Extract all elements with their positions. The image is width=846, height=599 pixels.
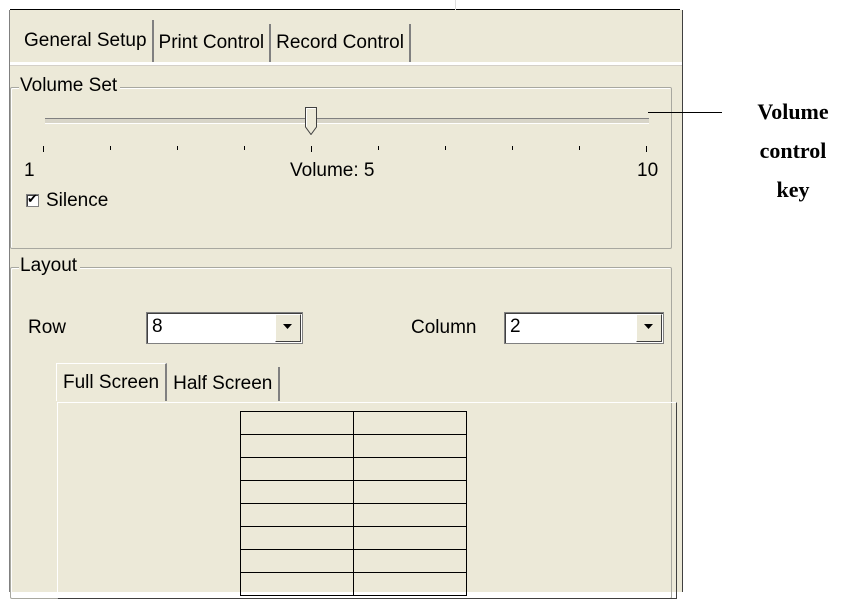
- tab-full-screen[interactable]: Full Screen: [56, 363, 168, 401]
- settings-panel: General Setup Print Control Record Contr…: [9, 10, 683, 599]
- row-dropdown-button[interactable]: [275, 314, 301, 342]
- slider-tick: [311, 146, 312, 152]
- column-select-value: 2: [510, 316, 521, 337]
- preview-cell: [240, 572, 354, 596]
- preview-cell: [353, 480, 467, 504]
- row-select[interactable]: 8: [146, 312, 303, 344]
- callout-line-3: key: [776, 177, 810, 202]
- silence-label[interactable]: Silence: [46, 190, 108, 212]
- tab-record-control[interactable]: Record Control: [271, 24, 411, 62]
- preview-row: [240, 411, 467, 435]
- tab-general-setup[interactable]: General Setup: [19, 20, 154, 62]
- preview-cell: [240, 526, 354, 550]
- slider-tick: [512, 146, 513, 150]
- callout-line: [648, 112, 722, 113]
- column-label: Column: [411, 317, 477, 338]
- preview-cell: [353, 572, 467, 596]
- slider-tick: [445, 146, 446, 150]
- preview-cell: [353, 434, 467, 458]
- layout-legend: Layout: [19, 255, 81, 277]
- layout-subtab-strip: Full Screen Half Screen: [56, 363, 281, 401]
- preview-row: [240, 434, 467, 458]
- volume-callout: Volume control key: [740, 92, 846, 209]
- preview-row: [240, 549, 467, 573]
- preview-cell: [240, 434, 354, 458]
- slider-tick: [110, 146, 111, 150]
- volume-slider-track[interactable]: [45, 118, 649, 124]
- preview-row: [240, 572, 467, 596]
- preview-row: [240, 457, 467, 481]
- slider-tick: [646, 146, 647, 152]
- tab-half-screen[interactable]: Half Screen: [167, 367, 281, 401]
- main-tab-strip: General Setup Print Control Record Contr…: [19, 10, 411, 62]
- preview-row: [240, 503, 467, 527]
- slider-tick: [177, 146, 178, 150]
- volume-min-label: 1: [24, 160, 35, 181]
- volume-set-legend: Volume Set: [19, 75, 121, 97]
- preview-cell: [240, 503, 354, 527]
- preview-cell: [353, 526, 467, 550]
- callout-line-2: control: [759, 138, 827, 163]
- preview-row: [240, 480, 467, 504]
- slider-tick: [378, 146, 379, 150]
- preview-cell: [353, 457, 467, 481]
- checkmark-icon: ✔: [27, 191, 38, 206]
- row-label: Row: [28, 317, 67, 338]
- preview-cell: [240, 411, 354, 435]
- chevron-down-icon: [644, 324, 653, 329]
- preview-cell: [353, 503, 467, 527]
- layout-preview-grid: [240, 411, 467, 596]
- preview-row: [240, 526, 467, 550]
- volume-slider-thumb[interactable]: [305, 107, 317, 135]
- column-select[interactable]: 2: [504, 312, 664, 344]
- tab-strip-underline: [10, 62, 682, 66]
- preview-cell: [240, 457, 354, 481]
- slider-tick: [43, 146, 44, 152]
- row-select-value: 8: [152, 316, 163, 337]
- callout-line-1: Volume: [757, 99, 829, 124]
- preview-cell: [240, 549, 354, 573]
- volume-value-label: Volume: 5: [290, 160, 375, 181]
- column-dropdown-button[interactable]: [636, 314, 662, 342]
- preview-cell: [353, 549, 467, 573]
- volume-max-label: 10: [637, 160, 659, 181]
- preview-cell: [353, 411, 467, 435]
- silence-checkbox[interactable]: ✔: [26, 191, 39, 207]
- chevron-down-icon: [283, 324, 292, 329]
- tab-print-control[interactable]: Print Control: [154, 24, 272, 62]
- slider-tick: [244, 146, 245, 150]
- preview-cell: [240, 480, 354, 504]
- slider-tick: [579, 146, 580, 150]
- top-divider: [455, 0, 456, 10]
